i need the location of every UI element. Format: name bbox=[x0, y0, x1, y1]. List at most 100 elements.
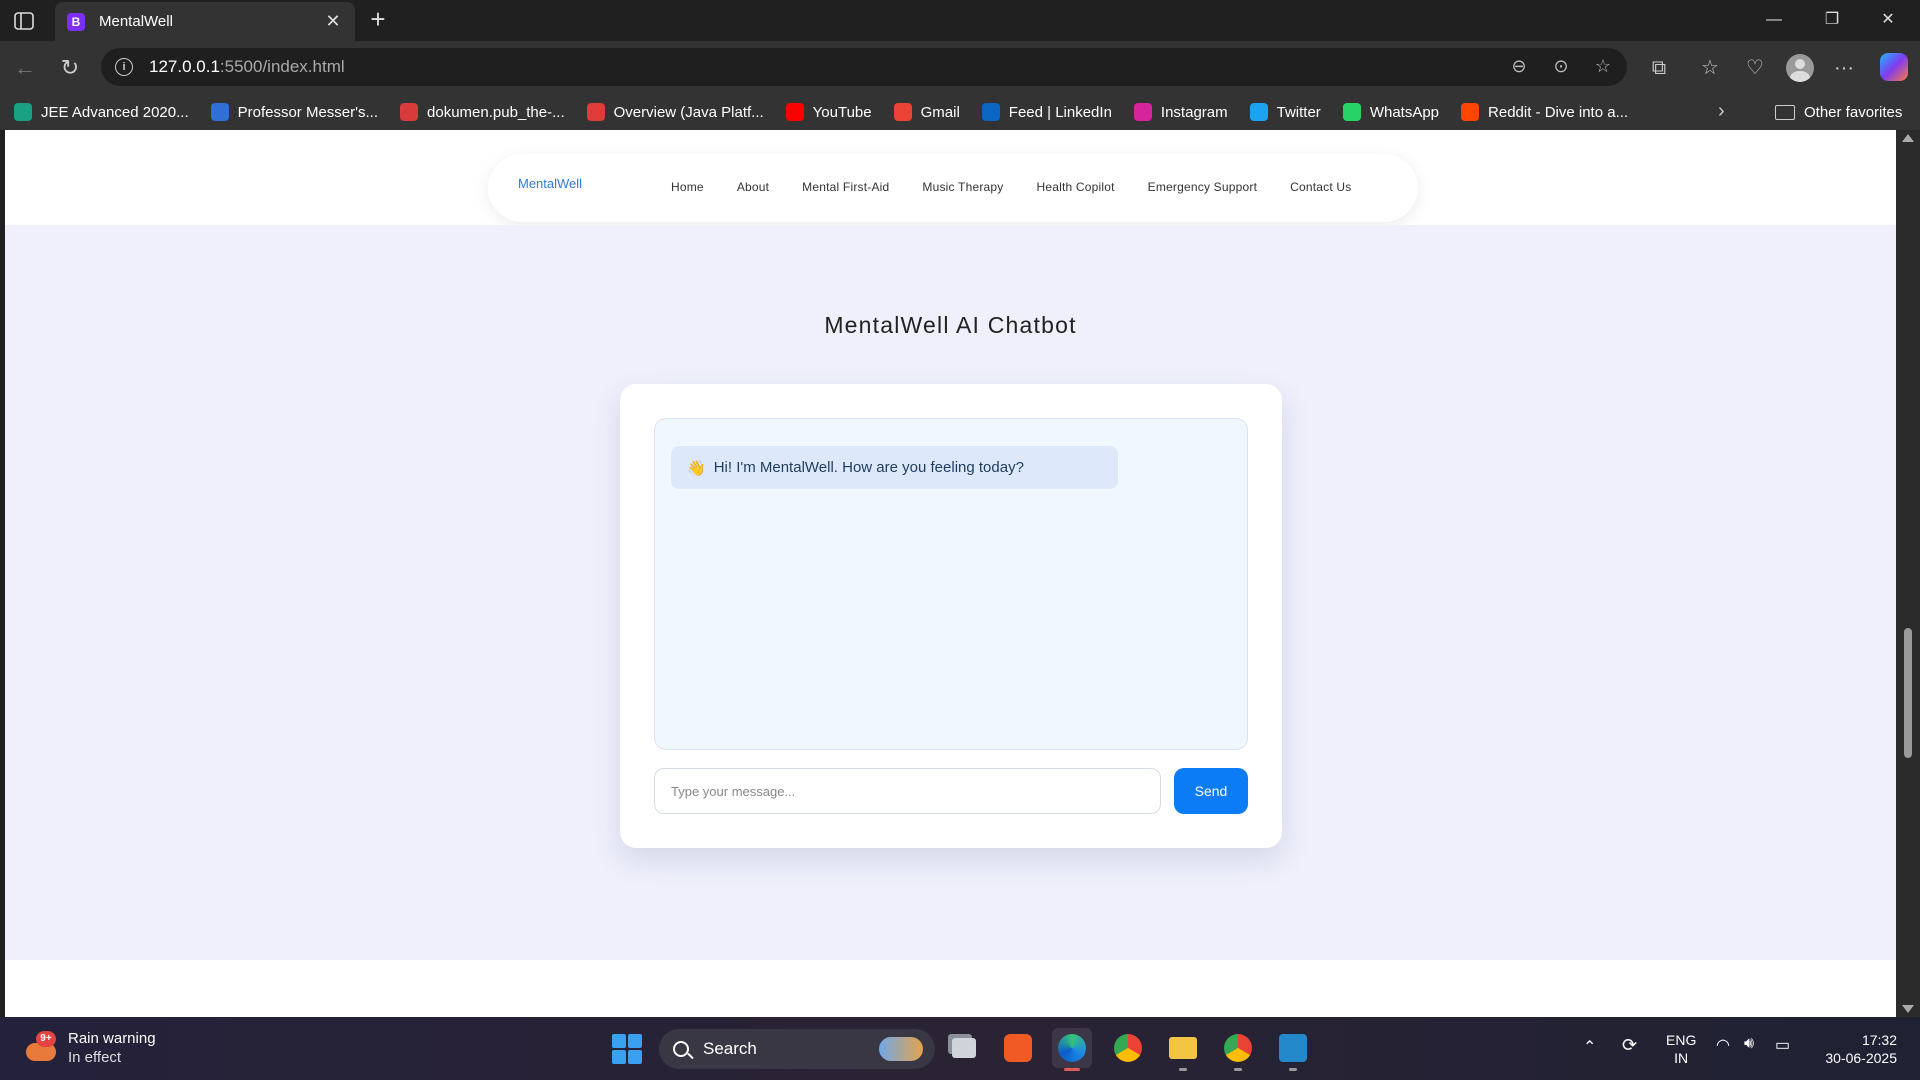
bookmark-item[interactable]: dokumen.pub_the-... bbox=[400, 103, 565, 121]
header-band: MentalWell Home About Mental First-Aid M… bbox=[5, 130, 1896, 225]
tab-actions-button[interactable] bbox=[10, 8, 38, 34]
nav-link-music-therapy[interactable]: Music Therapy bbox=[922, 180, 1003, 194]
jee-icon bbox=[14, 103, 32, 121]
bookmark-item[interactable]: Professor Messer's... bbox=[210, 103, 379, 121]
volume-icon[interactable]: 🔊︎ bbox=[1744, 1035, 1754, 1053]
tab-favicon-icon: B bbox=[67, 12, 85, 31]
bookmark-item[interactable]: JEE Advanced 2020... bbox=[14, 103, 189, 121]
brave-browser-icon[interactable] bbox=[998, 1028, 1038, 1068]
scroll-thumb[interactable] bbox=[1904, 628, 1912, 758]
oracle-icon bbox=[586, 103, 605, 121]
weather-warning-icon: 9+ bbox=[22, 1031, 56, 1065]
page-scrollbar[interactable] bbox=[1896, 130, 1920, 1017]
restore-button[interactable]: ❐ bbox=[1812, 6, 1852, 34]
gmail-icon bbox=[893, 103, 912, 121]
bookmark-item[interactable]: WhatsApp bbox=[1342, 103, 1439, 121]
nav-link-about[interactable]: About bbox=[737, 180, 769, 194]
chrome-icon[interactable] bbox=[1108, 1028, 1148, 1068]
reading-mode-icon[interactable]: ⊙ bbox=[1549, 54, 1573, 78]
browser-tab-active[interactable]: B MentalWell ✕ bbox=[55, 2, 355, 41]
weather-title: Rain warning bbox=[68, 1030, 156, 1047]
nav-link-home[interactable]: Home bbox=[671, 180, 704, 194]
chat-messages-area[interactable]: 👋 Hi! I'm MentalWell. How are you feelin… bbox=[654, 418, 1248, 750]
bookmark-item[interactable]: Twitter bbox=[1249, 103, 1321, 121]
nav-link-emergency-support[interactable]: Emergency Support bbox=[1148, 180, 1257, 194]
favorite-star-icon[interactable]: ☆ bbox=[1591, 54, 1615, 78]
other-favorites-label: Other favorites bbox=[1804, 103, 1903, 121]
bookmark-item[interactable]: YouTube bbox=[785, 103, 872, 121]
search-highlight-icon bbox=[879, 1037, 923, 1061]
address-url[interactable]: 127.0.0.1:5500/index.html bbox=[149, 57, 345, 77]
bookmark-label: Overview (Java Platf... bbox=[613, 103, 764, 121]
sync-icon[interactable]: ⟳ bbox=[1622, 1035, 1637, 1056]
show-hidden-icons-icon[interactable]: ⌃ bbox=[1583, 1037, 1596, 1057]
site-navbar: MentalWell Home About Mental First-Aid M… bbox=[488, 154, 1418, 222]
zoom-out-icon[interactable]: ⊖ bbox=[1507, 54, 1531, 78]
language-indicator[interactable]: ENG IN bbox=[1666, 1031, 1696, 1067]
message-input[interactable] bbox=[654, 768, 1161, 814]
site-brand-link[interactable]: MentalWell bbox=[518, 176, 582, 191]
bookmark-item[interactable]: Reddit - Dive into a... bbox=[1461, 103, 1628, 121]
taskbar-search[interactable]: Search bbox=[659, 1029, 935, 1069]
bookmark-label: dokumen.pub_the-... bbox=[427, 103, 565, 121]
tab-close-icon[interactable]: ✕ bbox=[323, 11, 343, 32]
nav-link-mental-first-aid[interactable]: Mental First-Aid bbox=[802, 180, 889, 194]
search-label: Search bbox=[703, 1039, 757, 1058]
instagram-icon bbox=[1133, 103, 1152, 121]
send-button[interactable]: Send bbox=[1174, 768, 1248, 814]
bookmark-item[interactable]: Gmail bbox=[893, 103, 960, 121]
profile-avatar[interactable] bbox=[1786, 54, 1814, 82]
bookmark-item[interactable]: Instagram bbox=[1133, 103, 1228, 121]
search-icon bbox=[673, 1041, 689, 1057]
file-explorer-icon[interactable] bbox=[1163, 1028, 1203, 1071]
clock-time: 17:32 bbox=[1861, 1032, 1897, 1048]
bookmark-label: Reddit - Dive into a... bbox=[1488, 103, 1629, 121]
nav-link-health-copilot[interactable]: Health Copilot bbox=[1036, 180, 1114, 194]
chrome-profile-icon[interactable] bbox=[1218, 1028, 1258, 1071]
back-button[interactable]: ← bbox=[10, 53, 40, 83]
new-tab-button[interactable]: + bbox=[364, 6, 392, 34]
copilot-icon[interactable] bbox=[1880, 53, 1908, 81]
weather-widget[interactable]: 9+ Rain warning In effect bbox=[22, 1029, 156, 1067]
vscode-icon[interactable] bbox=[1273, 1028, 1313, 1071]
bookmark-item[interactable]: Feed | LinkedIn bbox=[981, 103, 1112, 121]
bookmark-label: YouTube bbox=[812, 103, 872, 121]
youtube-icon bbox=[785, 103, 804, 121]
bookmark-item[interactable]: Overview (Java Platf... bbox=[586, 103, 764, 121]
browser-toolbar: ← ↻ i 127.0.0.1:5500/index.html ⊖ ⊙ ☆ ⧉ … bbox=[0, 41, 1920, 94]
browser-essentials-icon[interactable]: ♡ bbox=[1741, 54, 1769, 82]
task-view-button[interactable] bbox=[944, 1028, 984, 1068]
wifi-icon[interactable]: ◠ bbox=[1716, 1035, 1730, 1055]
address-bar[interactable]: i 127.0.0.1:5500/index.html ⊖ ⊙ ☆ bbox=[101, 48, 1627, 86]
weather-subtitle: In effect bbox=[68, 1049, 122, 1066]
site-info-icon[interactable]: i bbox=[115, 58, 133, 76]
tab-sidebar-icon bbox=[14, 12, 34, 30]
bookmark-label: Gmail bbox=[920, 103, 960, 121]
clock-date: 30-06-2025 bbox=[1825, 1050, 1897, 1066]
close-window-button[interactable]: ✕ bbox=[1868, 6, 1908, 34]
waving-hand-icon: 👋 bbox=[687, 459, 706, 477]
edge-browser-icon[interactable] bbox=[1052, 1028, 1092, 1071]
weather-badge: 9+ bbox=[36, 1031, 56, 1047]
settings-more-icon[interactable]: ··· bbox=[1830, 54, 1858, 82]
reload-button[interactable]: ↻ bbox=[55, 53, 85, 83]
folder-icon bbox=[1775, 104, 1795, 120]
clock[interactable]: 17:32 30-06-2025 bbox=[1815, 1031, 1897, 1067]
scroll-down-arrow-icon[interactable] bbox=[1902, 1005, 1914, 1013]
minimize-button[interactable]: — bbox=[1754, 6, 1794, 34]
battery-icon[interactable]: ▭ bbox=[1775, 1035, 1790, 1055]
professor-messer-icon bbox=[210, 103, 229, 121]
bookmark-label: Instagram bbox=[1160, 103, 1228, 121]
scroll-up-arrow-icon[interactable] bbox=[1902, 134, 1914, 142]
extensions-icon[interactable]: ⧉ bbox=[1645, 54, 1673, 82]
chat-card: 👋 Hi! I'm MentalWell. How are you feelin… bbox=[620, 384, 1282, 848]
bookmarks-overflow-chevron-icon[interactable]: › bbox=[1718, 100, 1725, 123]
bookmark-label: Professor Messer's... bbox=[237, 103, 379, 121]
page-viewport: MentalWell Home About Mental First-Aid M… bbox=[5, 130, 1896, 1017]
start-button[interactable] bbox=[612, 1034, 642, 1064]
other-favorites-folder[interactable]: Other favorites bbox=[1775, 94, 1902, 130]
favorites-icon[interactable]: ☆ bbox=[1696, 54, 1724, 82]
nav-link-contact-us[interactable]: Contact Us bbox=[1290, 180, 1351, 194]
bot-message: 👋 Hi! I'm MentalWell. How are you feelin… bbox=[671, 446, 1118, 489]
bookmark-label: JEE Advanced 2020... bbox=[41, 103, 189, 121]
